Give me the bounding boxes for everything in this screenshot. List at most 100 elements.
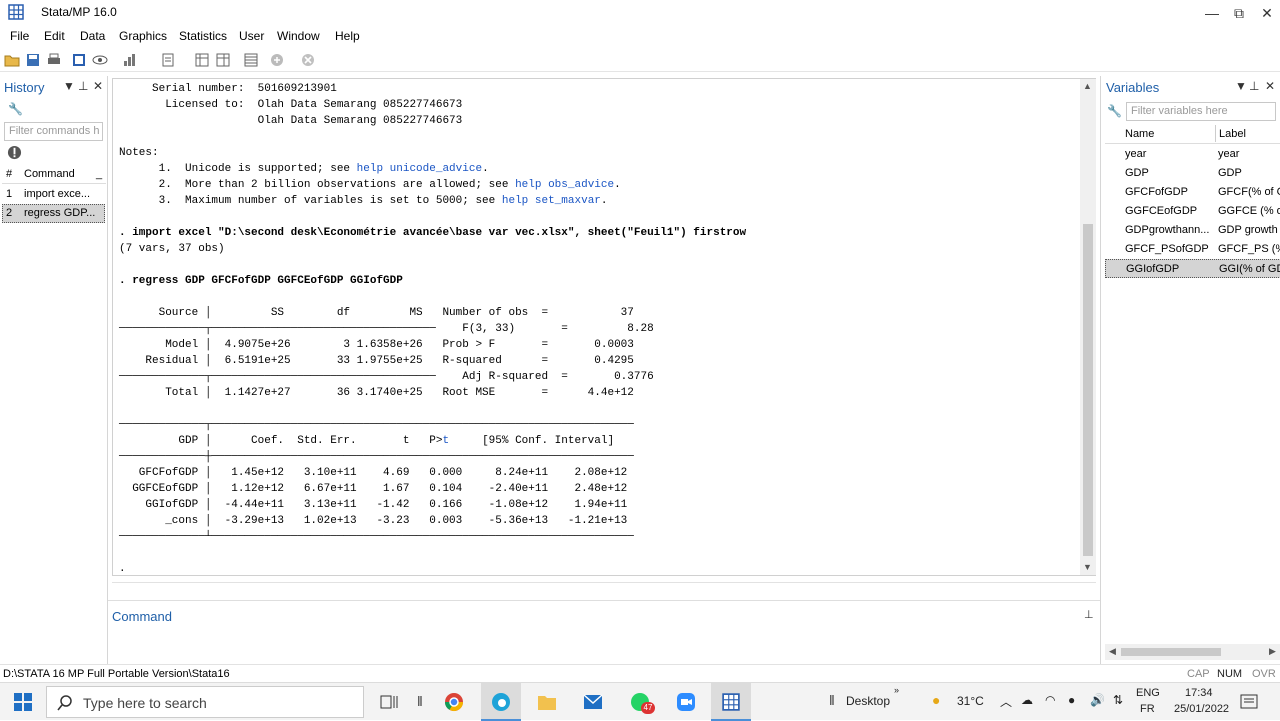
col-command-header[interactable]: Command <box>24 168 75 180</box>
variable-row[interactable]: GDP GDP <box>1105 164 1280 183</box>
pin-icon[interactable]: ⊥ <box>78 79 88 93</box>
variable-row[interactable]: GGFCEofGDP GGFCE (% o <box>1105 202 1280 221</box>
variables-filter-input[interactable]: Filter variables here <box>1126 102 1276 121</box>
break-icon[interactable] <box>300 52 316 68</box>
col-extra-header: _ <box>96 168 103 180</box>
variables-hscrollbar[interactable]: ◀ ▶ <box>1105 644 1280 660</box>
variable-name: GDPgrowthann... <box>1125 224 1210 236</box>
scroll-down-icon[interactable]: ▼ <box>1083 562 1092 572</box>
close-panel-icon[interactable]: ✕ <box>1265 79 1275 93</box>
chrome-icon[interactable] <box>444 692 464 712</box>
command-pane[interactable]: Command ⊥ <box>108 600 1100 664</box>
history-row[interactable]: 1 import exce... <box>2 185 105 204</box>
command-pin-icon[interactable]: ⊥ <box>1084 608 1094 621</box>
alert-icon[interactable] <box>7 145 22 160</box>
import-command[interactable]: . import excel "D:\second desk\Econométr… <box>119 225 746 241</box>
minimize-button[interactable]: — <box>1198 2 1226 24</box>
scrollbar-thumb[interactable] <box>1121 648 1221 656</box>
help-link[interactable]: help set_maxvar <box>502 195 601 207</box>
search-icon <box>57 695 72 711</box>
variable-row[interactable]: GGIofGDP GGI(% of GD <box>1105 259 1280 278</box>
keyboard-layout[interactable]: FR <box>1140 703 1155 715</box>
save-icon[interactable] <box>25 52 41 68</box>
variable-name: GGIofGDP <box>1126 263 1180 275</box>
data-editor-icon[interactable] <box>194 52 210 68</box>
header-line: Notes: <box>119 147 159 159</box>
edge-icon <box>492 693 510 711</box>
menu-file[interactable]: File <box>10 29 29 43</box>
wrench-icon[interactable]: 🔧 <box>8 102 23 116</box>
notification-center-icon[interactable] <box>1240 693 1258 711</box>
clock-date[interactable]: 25/01/2022 <box>1174 703 1229 715</box>
coef-header: GDP │ Coef. Std. Err. t P>t [95% Conf. I… <box>119 435 615 447</box>
mail-icon[interactable] <box>583 693 603 711</box>
results-window[interactable]: Serial number: 501609213901 Licensed to:… <box>112 78 1096 576</box>
variable-row[interactable]: GFCF_PSofGDP GFCF_PS (% <box>1105 240 1280 259</box>
variable-row[interactable]: GDPgrowthann... GDP growth <box>1105 221 1280 240</box>
results-splitter[interactable] <box>112 582 1096 596</box>
ovr-indicator: OVR <box>1252 668 1276 680</box>
header-line <box>119 129 746 145</box>
data-browser-icon[interactable] <box>215 52 231 68</box>
chevron-icon[interactable]: » <box>894 685 899 695</box>
task-view-icon[interactable] <box>380 694 398 710</box>
menu-statistics[interactable]: Statistics <box>179 29 227 43</box>
stata-taskbar-item[interactable] <box>711 683 751 721</box>
variable-row[interactable]: year year <box>1105 145 1280 164</box>
close-panel-icon[interactable]: ✕ <box>93 79 103 93</box>
history-header: # Command _ <box>2 165 106 184</box>
zoom-icon[interactable] <box>676 692 696 712</box>
windows-start-icon[interactable] <box>14 693 32 711</box>
col-label-header[interactable]: Label <box>1219 128 1246 140</box>
scrollbar-thumb[interactable] <box>1083 224 1093 556</box>
regress-command[interactable]: . regress GDP GFCFofGDP GGFCEofGDP GGIof… <box>119 273 746 289</box>
command-title: Command <box>112 609 172 624</box>
menu-graphics[interactable]: Graphics <box>119 29 167 43</box>
file-explorer-icon[interactable] <box>537 693 557 711</box>
log-icon[interactable] <box>71 52 87 68</box>
menu-window[interactable]: Window <box>277 29 320 43</box>
volume-icon[interactable]: 🔊 <box>1090 693 1105 707</box>
taskbar-search[interactable]: Type here to search <box>46 686 364 718</box>
restore-button[interactable]: ⧉ <box>1225 2 1253 24</box>
do-file-editor-icon[interactable] <box>160 52 176 68</box>
scroll-left-icon[interactable]: ◀ <box>1109 646 1116 657</box>
help-link[interactable]: help obs_advice <box>515 179 614 191</box>
history-filter-input[interactable]: Filter commands h <box>4 122 103 141</box>
wrench-icon[interactable]: 🔧 <box>1107 104 1122 118</box>
filter-toggle-icon[interactable]: ▼ <box>63 79 75 93</box>
temperature[interactable]: 31°C <box>957 694 984 708</box>
print-icon[interactable] <box>46 52 62 68</box>
history-row-selected[interactable]: 2 regress GDP... <box>2 204 105 223</box>
weather-icon[interactable]: ● <box>932 692 940 708</box>
onedrive-icon[interactable]: ☁ <box>1021 693 1033 707</box>
filter-toggle-icon[interactable]: ▼ <box>1235 79 1247 93</box>
desktop-toolbar[interactable]: Desktop <box>846 694 890 708</box>
menu-help[interactable]: Help <box>335 29 360 43</box>
edge-taskbar-item[interactable] <box>481 683 521 721</box>
variables-manager-icon[interactable] <box>243 52 259 68</box>
menu-user[interactable]: User <box>239 29 264 43</box>
more-icon[interactable] <box>269 52 285 68</box>
scroll-right-icon[interactable]: ▶ <box>1269 646 1276 657</box>
col-name-header[interactable]: Name <box>1125 128 1154 140</box>
results-scrollbar[interactable]: ▲ ▼ <box>1080 79 1096 575</box>
help-link[interactable]: help unicode_advice <box>357 163 482 175</box>
menu-data[interactable]: Data <box>80 29 105 43</box>
graph-icon[interactable] <box>122 52 138 68</box>
close-button[interactable]: ✕ <box>1253 2 1280 24</box>
clock-time[interactable]: 17:34 <box>1185 687 1213 699</box>
variable-row[interactable]: GFCFofGDP GFCF(% of G <box>1105 183 1280 202</box>
network-icon[interactable]: ⇅ <box>1113 693 1123 707</box>
import-result: (7 vars, 37 obs) <box>119 243 225 255</box>
pin-icon[interactable]: ⊥ <box>1249 79 1259 93</box>
microphone-icon[interactable]: ● <box>1068 693 1075 707</box>
scroll-up-icon[interactable]: ▲ <box>1083 81 1092 91</box>
wifi-icon[interactable]: ◠ <box>1045 693 1055 707</box>
viewer-eye-icon[interactable] <box>92 52 108 68</box>
results-text: Serial number: 501609213901 Licensed to:… <box>119 81 746 577</box>
menu-edit[interactable]: Edit <box>44 29 65 43</box>
language-code[interactable]: ENG <box>1136 687 1160 699</box>
open-folder-icon[interactable] <box>4 52 20 68</box>
show-hidden-icons-icon[interactable]: ︿ <box>1000 693 1012 710</box>
